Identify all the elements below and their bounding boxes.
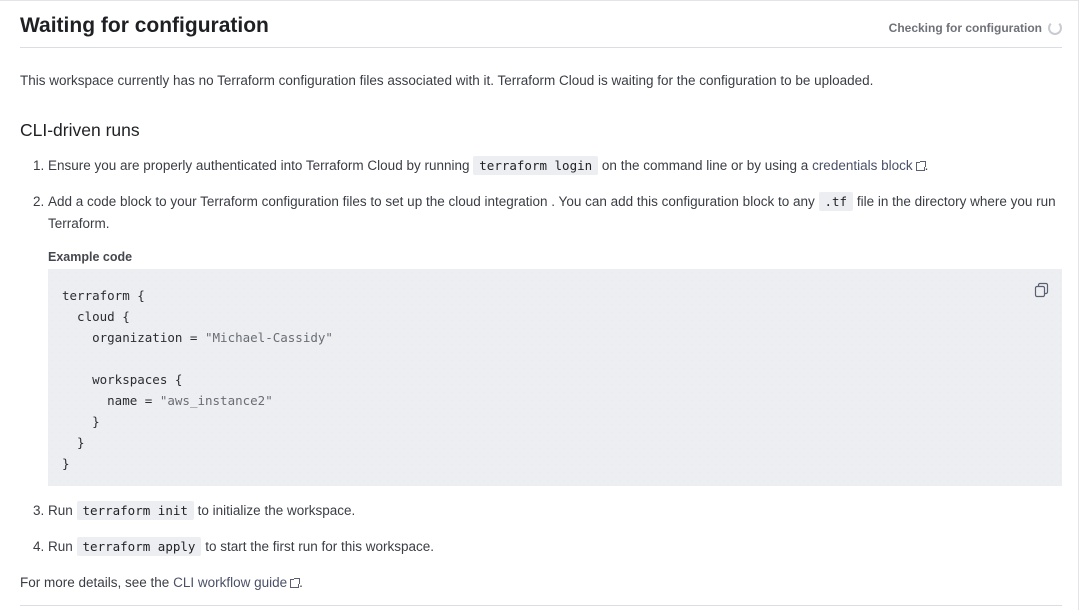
page-title: Waiting for configuration	[20, 14, 269, 37]
status-indicator: Checking for configuration	[889, 13, 1062, 35]
step-terraform-apply: Run terraform apply to start the first r…	[48, 536, 1062, 558]
intro-text: This workspace currently has no Terrafor…	[20, 73, 874, 88]
code-content: terraform { cloud { organization = "Mich…	[62, 288, 333, 471]
step-terraform-init: Run terraform init to initialize the wor…	[48, 500, 1062, 522]
copy-button[interactable]	[1034, 282, 1050, 298]
panel-header: Waiting for configuration Checking for c…	[20, 1, 1062, 48]
workspace-config-panel: Waiting for configuration Checking for c…	[0, 0, 1079, 610]
divider	[20, 605, 1062, 606]
step-add-code-block: Add a code block to your Terraform confi…	[48, 191, 1062, 486]
example-code-block[interactable]: terraform { cloud { organization = "Mich…	[48, 269, 1062, 486]
credentials-block-link[interactable]: credentials block	[812, 158, 926, 173]
section-title: CLI-driven runs	[20, 120, 140, 140]
loading-spinner-icon	[1048, 21, 1062, 35]
copy-icon	[1034, 282, 1049, 298]
inline-code-terraform-login: terraform login	[473, 156, 599, 175]
inline-code-terraform-apply: terraform apply	[76, 537, 202, 556]
footer-text: For more details, see the CLI workflow g…	[20, 575, 303, 590]
steps-list: Ensure you are properly authenticated in…	[20, 155, 1062, 558]
external-link-icon	[290, 578, 301, 588]
status-text: Checking for configuration	[888, 21, 1042, 35]
cli-workflow-guide-link[interactable]: CLI workflow guide	[173, 575, 301, 590]
inline-code-tf: .tf	[818, 192, 854, 211]
inline-code-terraform-init: terraform init	[76, 501, 194, 520]
external-link-icon	[915, 161, 926, 171]
step-authenticate: Ensure you are properly authenticated in…	[48, 155, 1062, 177]
example-code-label: Example code	[48, 250, 133, 264]
